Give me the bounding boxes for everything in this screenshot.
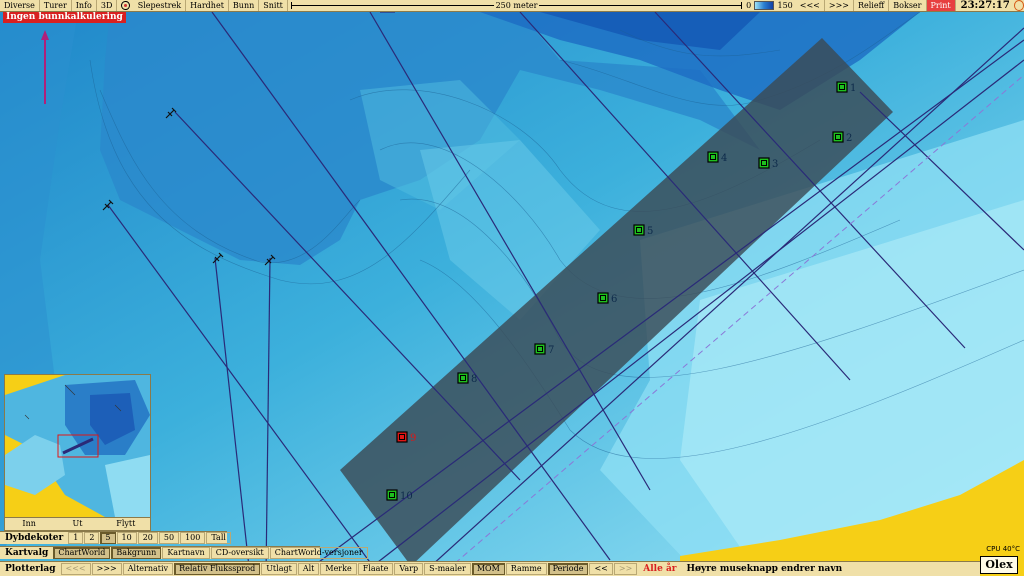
menu-hardhet[interactable]: Hardhet	[186, 0, 229, 11]
waypoint-label: 7	[548, 345, 554, 356]
chartworld-versions-button[interactable]: ChartWorld-versjoner	[269, 547, 368, 559]
waypoint-marker[interactable]	[832, 131, 844, 143]
rename-hint: Høyre museknapp endrer navn	[686, 564, 843, 574]
chart-map[interactable]: 12345678910	[0, 0, 1024, 576]
layer-periode[interactable]: Periode	[547, 563, 589, 575]
waypoint-label: 1	[850, 83, 856, 94]
scale-bar: 250 meter	[290, 0, 743, 11]
background-button[interactable]: Bakgrunn	[111, 547, 162, 559]
layer-alt[interactable]: Alt	[297, 563, 320, 575]
zoom-out-button[interactable]: Ut	[53, 518, 101, 530]
layer-merke[interactable]: Merke	[320, 563, 357, 575]
depth-contours-row: Dybdekoter 1 2 5 10 20 50 100 Tall	[0, 531, 231, 544]
waypoint-marker[interactable]	[457, 372, 469, 384]
contour-tall[interactable]: Tall	[206, 532, 231, 544]
plotter-prev-button[interactable]: <<<	[60, 563, 91, 575]
menu-3d[interactable]: 3D	[97, 0, 118, 11]
contour-1[interactable]: 1	[68, 532, 84, 544]
layer-alternativ[interactable]: Alternativ	[122, 563, 174, 575]
menu-turer[interactable]: Turer	[40, 0, 72, 11]
target-icon[interactable]	[121, 1, 130, 10]
depth-contours-label: Dybdekoter	[5, 533, 64, 543]
waypoint-label: 8	[471, 374, 477, 385]
depth-color-bar[interactable]	[754, 1, 775, 10]
waypoint-marker[interactable]	[534, 343, 546, 355]
waypoint-marker[interactable]	[386, 489, 398, 501]
layer-s-maaler[interactable]: S-maaler	[424, 563, 471, 575]
waypoint-label: 6	[611, 294, 617, 305]
waypoint-label: 5	[647, 226, 653, 237]
clock: 23:27:17	[960, 0, 1010, 11]
waypoint-label: 10	[400, 491, 413, 502]
nav-right-button[interactable]: >>>	[825, 0, 854, 11]
sun-icon[interactable]	[1013, 0, 1024, 11]
top-menu-bar: Diverse Turer Info 3D Slepestrek Hardhet…	[0, 0, 1024, 12]
nav-left-button[interactable]: <<<	[796, 0, 825, 11]
layer-mom[interactable]: MOM	[471, 563, 505, 575]
menu-slepestrek[interactable]: Slepestrek	[134, 0, 187, 11]
menu-snitt[interactable]: Snitt	[259, 0, 288, 11]
chart-select-row: Kartvalg ChartWorld Bakgrunn Kartnavn CD…	[0, 546, 368, 559]
scale-label: 250 meter	[493, 0, 540, 11]
cd-overview-button[interactable]: CD-oversikt	[210, 547, 269, 559]
relief-button[interactable]: Relieff	[854, 0, 890, 11]
waypoint-marker[interactable]	[836, 81, 848, 93]
cpu-temperature: CPU 40°C	[986, 545, 1020, 553]
layer-ramme[interactable]: Ramme	[505, 563, 547, 575]
contour-5[interactable]: 5	[100, 532, 116, 544]
waypoint-marker[interactable]	[396, 431, 408, 443]
layer-utlagt[interactable]: Utlagt	[261, 563, 297, 575]
waypoint-label: 2	[846, 133, 852, 144]
plotter-layer-row: Plotterlag <<< >>> Alternativ Relativ Fl…	[0, 561, 980, 576]
period-prev-button[interactable]: <<	[589, 563, 613, 575]
layer-flaate[interactable]: Flaate	[357, 563, 394, 575]
waypoint-label: 9	[410, 433, 416, 444]
waypoint-label: 4	[721, 153, 727, 164]
plotter-next-button[interactable]: >>>	[91, 563, 122, 575]
plotter-layer-label: Plotterlag	[5, 564, 56, 574]
minimap-svg	[5, 375, 150, 517]
print-button[interactable]: Print	[926, 0, 956, 11]
contour-100[interactable]: 100	[180, 532, 206, 544]
menu-bunn[interactable]: Bunn	[229, 0, 260, 11]
layer-relativ[interactable]: Relativ Flukssprod	[174, 563, 261, 575]
olex-logo: Olex	[980, 556, 1018, 574]
contour-10[interactable]: 10	[116, 532, 137, 544]
layer-varp[interactable]: Varp	[394, 563, 424, 575]
waypoint-label: 3	[772, 159, 778, 170]
zoom-in-button[interactable]: Inn	[5, 518, 53, 530]
contour-2[interactable]: 2	[84, 532, 100, 544]
waypoint-marker[interactable]	[758, 157, 770, 169]
year-filter[interactable]: Alle år	[638, 564, 681, 574]
move-button[interactable]: Flytt	[102, 518, 150, 530]
chart-select-label: Kartvalg	[5, 548, 49, 558]
boxes-button[interactable]: Bokser	[889, 0, 927, 11]
contour-20[interactable]: 20	[137, 532, 158, 544]
menu-diverse[interactable]: Diverse	[0, 0, 40, 11]
depth-min: 0	[746, 1, 752, 10]
waypoint-marker[interactable]	[597, 292, 609, 304]
overview-minimap[interactable]	[4, 374, 151, 518]
depth-max: 150	[777, 1, 793, 10]
contour-50[interactable]: 50	[158, 532, 180, 544]
no-bottom-calc-alert: Ingen bunnkalkulering	[3, 12, 126, 23]
period-next-button[interactable]: >>	[613, 563, 638, 575]
menu-info[interactable]: Info	[72, 0, 97, 11]
chart-names-button[interactable]: Kartnavn	[162, 547, 210, 559]
waypoint-marker[interactable]	[633, 224, 645, 236]
minimap-buttons: Inn Ut Flytt	[4, 517, 151, 531]
chartworld-button[interactable]: ChartWorld	[53, 547, 111, 559]
waypoint-marker[interactable]	[707, 151, 719, 163]
